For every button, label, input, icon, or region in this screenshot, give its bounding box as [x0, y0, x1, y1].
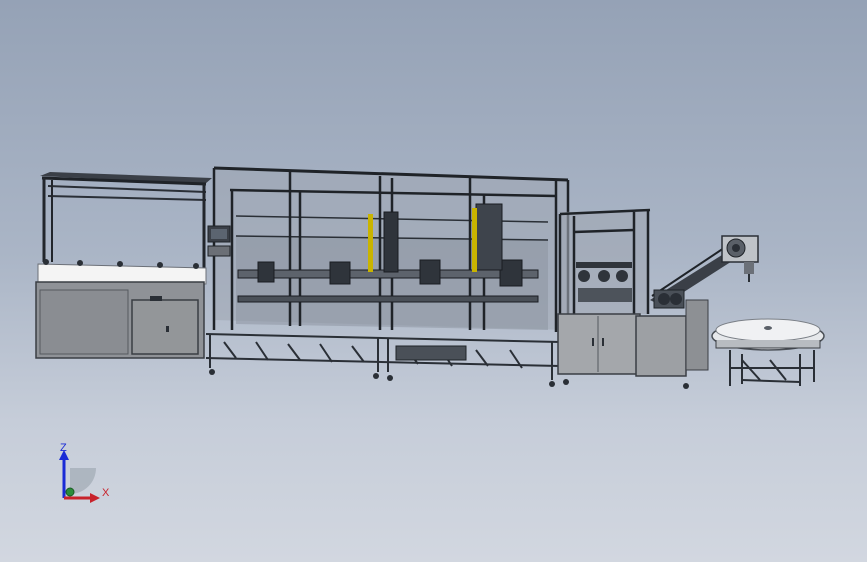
- y-axis-icon: [65, 487, 75, 497]
- infeed-conveyor-frame[interactable]: [35, 172, 212, 359]
- machine-assembly-model[interactable]: [0, 0, 867, 562]
- main-enclosure[interactable]: [205, 166, 570, 387]
- coordinate-triad: Z X: [40, 438, 120, 508]
- rotary-table[interactable]: [711, 318, 825, 386]
- z-axis-label: Z: [60, 442, 67, 454]
- robot-head-unit[interactable]: [721, 235, 759, 282]
- outfeed-module[interactable]: [557, 208, 740, 389]
- cad-viewport[interactable]: Z X: [0, 0, 867, 562]
- x-axis-label: X: [102, 487, 110, 499]
